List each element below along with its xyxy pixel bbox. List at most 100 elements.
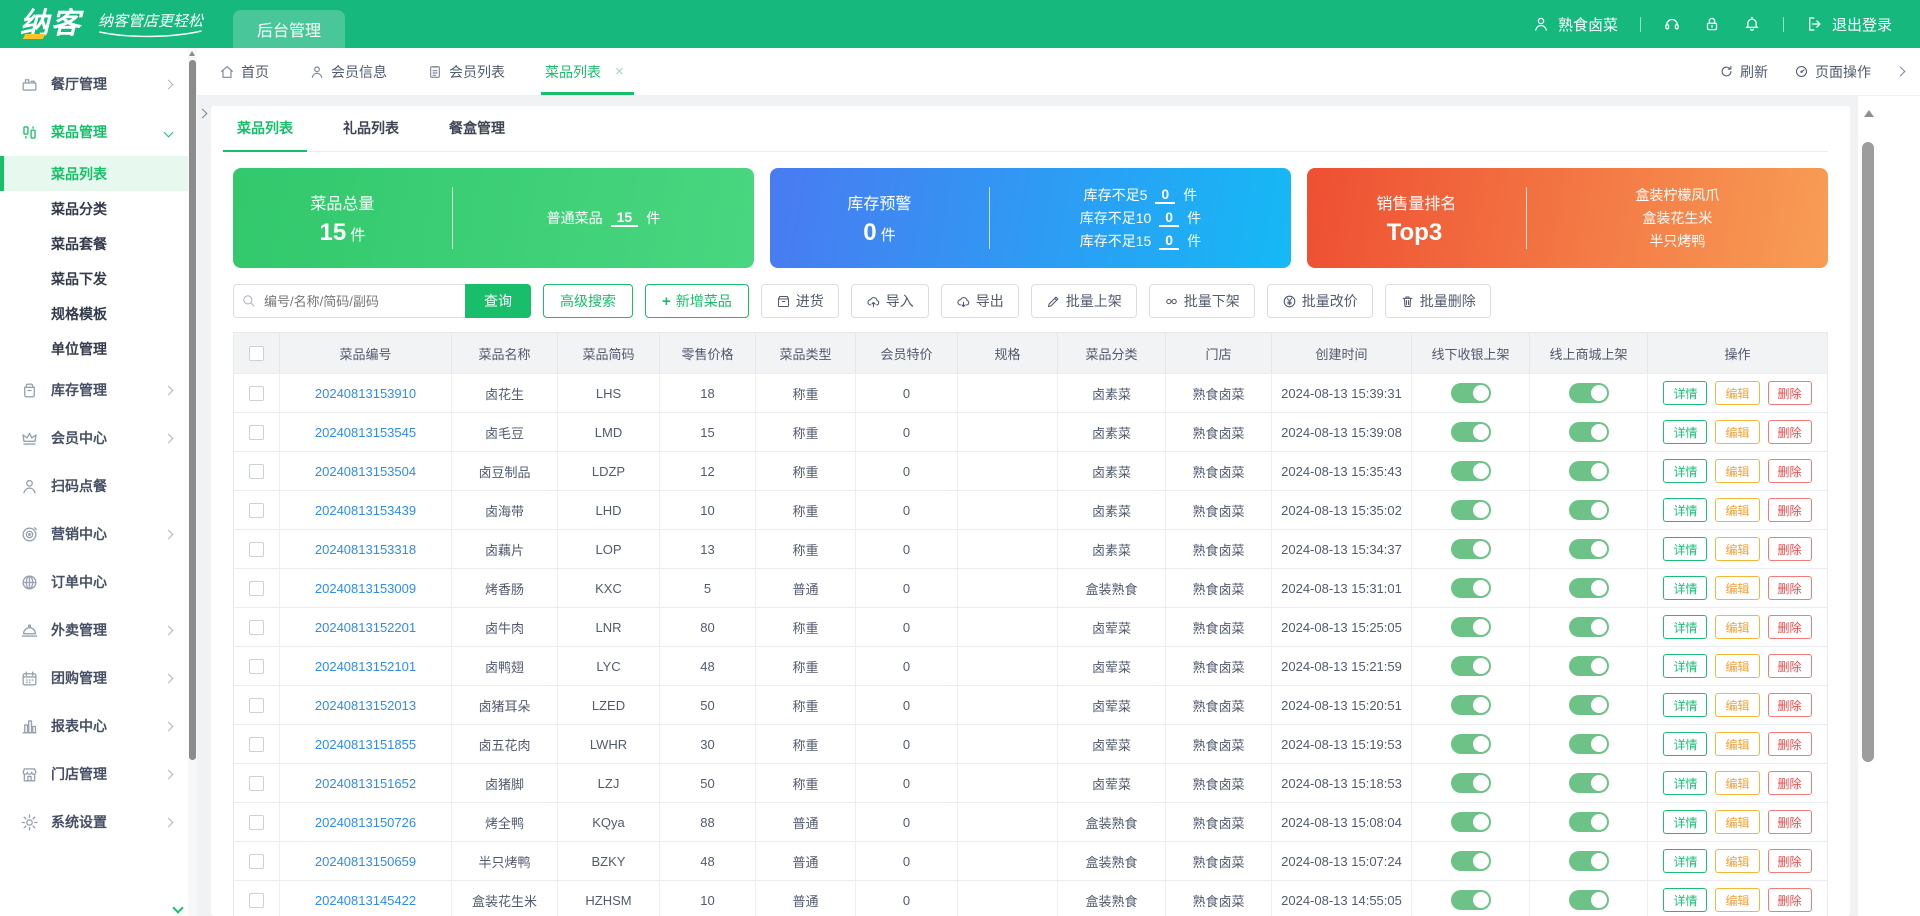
row-checkbox[interactable] bbox=[249, 463, 264, 479]
delete-button[interactable]: 删除 bbox=[1767, 498, 1812, 522]
online-shelf-toggle[interactable] bbox=[1568, 656, 1609, 676]
sidebar-subitem-dish-dispatch[interactable]: 菜品下发 bbox=[0, 261, 188, 296]
offline-shelf-toggle[interactable] bbox=[1450, 617, 1491, 637]
dish-code-link[interactable]: 20240813153504 bbox=[315, 464, 416, 479]
delete-button[interactable]: 删除 bbox=[1767, 654, 1812, 678]
detail-button[interactable]: 详情 bbox=[1663, 810, 1708, 834]
sidebar-subitem-dish-combo[interactable]: 菜品套餐 bbox=[0, 226, 188, 261]
row-checkbox[interactable] bbox=[249, 814, 264, 830]
current-user[interactable]: 熟食卤菜 bbox=[1532, 14, 1618, 35]
delete-button[interactable]: 删除 bbox=[1767, 888, 1812, 912]
sidebar-item-settings[interactable]: 系统设置 bbox=[0, 798, 188, 846]
dish-code-link[interactable]: 20240813153318 bbox=[315, 542, 416, 557]
edit-button[interactable]: 编辑 bbox=[1715, 888, 1760, 912]
online-shelf-toggle[interactable] bbox=[1568, 422, 1609, 442]
offline-shelf-toggle[interactable] bbox=[1450, 461, 1491, 481]
offline-shelf-toggle[interactable] bbox=[1450, 656, 1491, 676]
online-shelf-toggle[interactable] bbox=[1568, 851, 1609, 871]
online-shelf-toggle[interactable] bbox=[1568, 617, 1609, 637]
toolbar-button[interactable]: 批量改价 bbox=[1266, 284, 1373, 318]
online-shelf-toggle[interactable] bbox=[1568, 383, 1609, 403]
offline-shelf-toggle[interactable] bbox=[1450, 695, 1491, 715]
sidebar-item-groupbuy[interactable]: 团购管理 bbox=[0, 654, 188, 702]
detail-button[interactable]: 详情 bbox=[1663, 849, 1708, 873]
sidebar-scroll-down-icon[interactable] bbox=[172, 902, 184, 914]
toolbar-button[interactable]: 批量下架 bbox=[1148, 284, 1255, 318]
delete-button[interactable]: 删除 bbox=[1767, 381, 1812, 405]
select-all-checkbox[interactable] bbox=[249, 345, 264, 361]
edit-button[interactable]: 编辑 bbox=[1715, 537, 1760, 561]
delete-button[interactable]: 删除 bbox=[1767, 693, 1812, 717]
edit-button[interactable]: 编辑 bbox=[1715, 615, 1760, 639]
query-button[interactable]: 查询 bbox=[465, 284, 531, 318]
edit-button[interactable]: 编辑 bbox=[1715, 381, 1760, 405]
dish-code-link[interactable]: 20240813150726 bbox=[315, 815, 416, 830]
page-ops-button[interactable]: 页面操作 bbox=[1794, 62, 1871, 82]
detail-button[interactable]: 详情 bbox=[1663, 459, 1708, 483]
row-checkbox[interactable] bbox=[249, 424, 264, 440]
row-checkbox[interactable] bbox=[249, 853, 264, 869]
scroll-up-arrow-icon[interactable] bbox=[1864, 110, 1874, 117]
dish-code-link[interactable]: 20240813151652 bbox=[315, 776, 416, 791]
detail-button[interactable]: 详情 bbox=[1663, 420, 1708, 444]
delete-button[interactable]: 删除 bbox=[1767, 732, 1812, 756]
row-checkbox[interactable] bbox=[249, 775, 264, 791]
dish-code-link[interactable]: 20240813152101 bbox=[315, 659, 416, 674]
refresh-button[interactable]: 刷新 bbox=[1719, 62, 1768, 82]
chevron-right-icon[interactable] bbox=[1895, 66, 1906, 77]
sidebar-item-scan-order[interactable]: 扫码点餐 bbox=[0, 462, 188, 510]
offline-shelf-toggle[interactable] bbox=[1450, 383, 1491, 403]
edit-button[interactable]: 编辑 bbox=[1715, 498, 1760, 522]
sidebar-item-restaurant[interactable]: 餐厅管理 bbox=[0, 60, 188, 108]
dish-code-link[interactable]: 20240813151855 bbox=[315, 737, 416, 752]
sidebar-subitem-dish-list[interactable]: 菜品列表 bbox=[0, 156, 188, 191]
dish-code-link[interactable]: 20240813152013 bbox=[315, 698, 416, 713]
tab-member-list[interactable]: 会员列表 bbox=[427, 48, 505, 95]
search-input[interactable] bbox=[233, 284, 465, 318]
sidebar-item-stock[interactable]: 库存管理 bbox=[0, 366, 188, 414]
online-shelf-toggle[interactable] bbox=[1568, 500, 1609, 520]
detail-button[interactable]: 详情 bbox=[1663, 771, 1708, 795]
dish-code-link[interactable]: 20240813145422 bbox=[315, 893, 416, 908]
row-checkbox[interactable] bbox=[249, 541, 264, 557]
tab-gift-list[interactable]: 礼品列表 bbox=[343, 118, 399, 151]
row-checkbox[interactable] bbox=[249, 502, 264, 518]
online-shelf-toggle[interactable] bbox=[1568, 578, 1609, 598]
close-icon[interactable]: × bbox=[615, 63, 624, 80]
offline-shelf-toggle[interactable] bbox=[1450, 773, 1491, 793]
dish-code-link[interactable]: 20240813150659 bbox=[315, 854, 416, 869]
online-shelf-toggle[interactable] bbox=[1568, 734, 1609, 754]
dish-code-link[interactable]: 20240813153545 bbox=[315, 425, 416, 440]
delete-button[interactable]: 删除 bbox=[1767, 615, 1812, 639]
admin-nav-tab[interactable]: 后台管理 bbox=[233, 10, 346, 48]
row-checkbox[interactable] bbox=[249, 619, 264, 635]
sidebar-item-marketing[interactable]: 营销中心 bbox=[0, 510, 188, 558]
sidebar-subitem-unit-manage[interactable]: 单位管理 bbox=[0, 331, 188, 366]
detail-button[interactable]: 详情 bbox=[1663, 498, 1708, 522]
sidebar-item-dishes[interactable]: 菜品管理 bbox=[0, 108, 188, 156]
logout-button[interactable]: 退出登录 bbox=[1806, 14, 1892, 35]
sidebar-subitem-spec-template[interactable]: 规格模板 bbox=[0, 296, 188, 331]
detail-button[interactable]: 详情 bbox=[1663, 654, 1708, 678]
online-shelf-toggle[interactable] bbox=[1568, 890, 1609, 910]
offline-shelf-toggle[interactable] bbox=[1450, 812, 1491, 832]
edit-button[interactable]: 编辑 bbox=[1715, 420, 1760, 444]
tab-dish-list-inner[interactable]: 菜品列表 bbox=[223, 118, 307, 152]
delete-button[interactable]: 删除 bbox=[1767, 576, 1812, 600]
tab-member-info[interactable]: 会员信息 bbox=[309, 48, 387, 95]
edit-button[interactable]: 编辑 bbox=[1715, 459, 1760, 483]
toolbar-button[interactable]: 批量上架 bbox=[1030, 284, 1137, 318]
scrollbar-thumb[interactable] bbox=[1862, 142, 1874, 762]
tab-mealbox-manage[interactable]: 餐盒管理 bbox=[449, 118, 505, 151]
online-shelf-toggle[interactable] bbox=[1568, 773, 1609, 793]
delete-button[interactable]: 删除 bbox=[1767, 849, 1812, 873]
add-dish-button[interactable]: + 新增菜品 bbox=[645, 284, 749, 318]
dish-code-link[interactable]: 20240813153009 bbox=[315, 581, 416, 596]
delete-button[interactable]: 删除 bbox=[1767, 771, 1812, 795]
detail-button[interactable]: 详情 bbox=[1663, 732, 1708, 756]
edit-button[interactable]: 编辑 bbox=[1715, 771, 1760, 795]
sidebar-item-shops[interactable]: 门店管理 bbox=[0, 750, 188, 798]
online-shelf-toggle[interactable] bbox=[1568, 461, 1609, 481]
detail-button[interactable]: 详情 bbox=[1663, 381, 1708, 405]
offline-shelf-toggle[interactable] bbox=[1450, 851, 1491, 871]
